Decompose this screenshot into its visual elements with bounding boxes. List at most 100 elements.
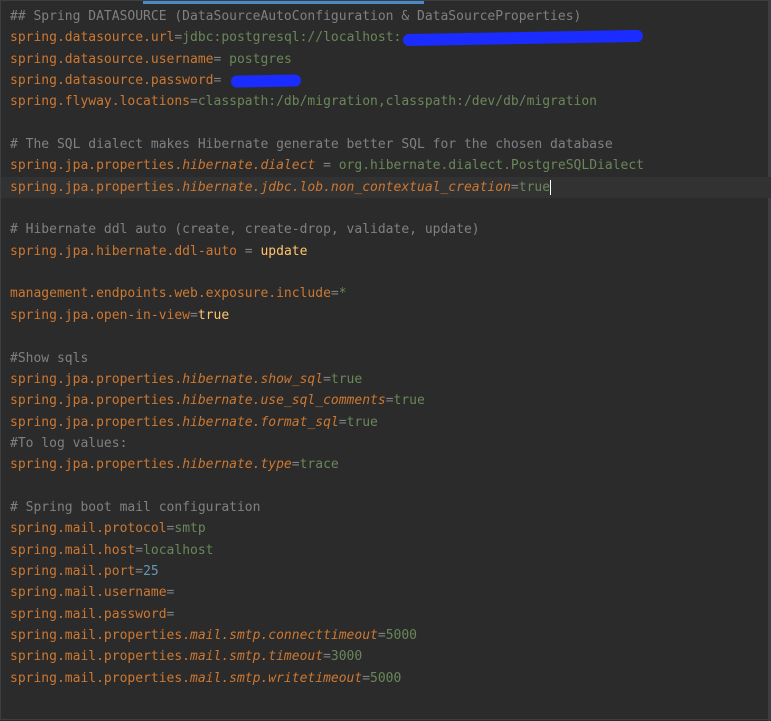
property-key: spring.jpa.hibernate.ddl-auto: [10, 243, 237, 259]
property-key-segment: hibernate.use_sql_comments: [182, 393, 386, 409]
property-key-segment: mail.smtp.connecttimeout: [190, 627, 378, 643]
assignment-operator: =: [315, 158, 339, 174]
code-line[interactable]: spring.jpa.properties.hibernate.use_sql_…: [1, 390, 771, 411]
code-line[interactable]: # The SQL dialect makes Hibernate genera…: [1, 134, 771, 155]
property-key: spring.jpa.properties.: [10, 393, 183, 409]
code-line[interactable]: [1, 326, 771, 347]
assignment-operator: =: [166, 585, 175, 601]
assignment-operator: =: [338, 414, 347, 430]
property-value: jdbc:postgresql://localhost:: [182, 30, 402, 46]
assignment-operator: =: [330, 286, 339, 302]
code-line[interactable]: [1, 262, 771, 283]
property-key: spring.mail.host: [10, 542, 136, 558]
property-key-segment: hibernate.show_sql: [182, 371, 324, 387]
assignment-operator: =: [385, 393, 394, 409]
code-line[interactable]: spring.mail.host=localhost: [1, 540, 771, 561]
property-key: spring.mail.username: [10, 585, 167, 601]
property-key: spring.jpa.properties.: [10, 158, 183, 174]
property-value: 5000: [385, 627, 417, 643]
property-key: spring.datasource.url: [10, 30, 175, 46]
code-editor[interactable]: ## Spring DATASOURCE (DataSourceAutoConf…: [1, 6, 771, 689]
property-value: postgres: [229, 51, 292, 67]
property-key: spring.datasource.password: [10, 73, 214, 89]
property-value: classpath:/db/migration,classpath:/dev/d…: [197, 94, 598, 110]
code-line[interactable]: spring.jpa.hibernate.ddl-auto = update: [1, 241, 771, 262]
assignment-operator: =: [323, 649, 331, 665]
assignment-operator: =: [510, 179, 519, 195]
comment-text: #Show sqls: [10, 350, 89, 366]
code-line[interactable]: spring.jpa.properties.hibernate.dialect …: [1, 155, 771, 176]
property-key-segment: hibernate.type: [182, 457, 292, 473]
property-key: management.endpoints.web.exposure.includ…: [10, 286, 331, 302]
property-value: true: [330, 371, 363, 387]
property-value: true: [346, 414, 378, 430]
comment-text: #To log values:: [10, 435, 128, 451]
property-key: spring.mail.properties.: [10, 649, 191, 665]
property-key: spring.datasource.username: [10, 51, 214, 67]
assignment-operator: =: [213, 51, 230, 67]
code-line[interactable]: spring.datasource.url=jdbc:postgresql://…: [1, 27, 771, 48]
property-key: spring.mail.properties.: [10, 670, 191, 686]
assignment-operator: =: [213, 73, 230, 89]
code-line[interactable]: spring.mail.username=: [1, 582, 771, 603]
property-key: spring.mail.properties.: [10, 627, 191, 643]
assignment-operator: =: [377, 627, 386, 643]
assignment-operator: =: [291, 457, 300, 473]
property-key-segment: mail.smtp.writetimeout: [190, 670, 363, 686]
assignment-operator: =: [166, 606, 175, 622]
code-line[interactable]: spring.mail.properties.mail.smtp.timeout…: [1, 646, 771, 667]
comment-text: # Spring boot mail configuration: [10, 499, 261, 515]
property-value: 3000: [330, 649, 363, 665]
assignment-operator: =: [236, 243, 261, 259]
property-key-segment: hibernate.jdbc.lob.non_contextual_creati…: [182, 179, 511, 195]
code-line[interactable]: # Hibernate ddl auto (create, create-dro…: [1, 219, 771, 240]
property-key: spring.jpa.properties.: [10, 371, 183, 387]
code-line[interactable]: spring.jpa.properties.hibernate.type=tra…: [1, 454, 771, 475]
property-key: spring.mail.protocol: [10, 521, 167, 537]
assignment-operator: =: [323, 371, 331, 387]
property-value: update: [260, 243, 308, 259]
assignment-operator: =: [362, 670, 371, 686]
code-line[interactable]: spring.mail.properties.mail.smtp.writeti…: [1, 668, 771, 689]
property-key-segment: hibernate.dialect: [182, 158, 316, 174]
property-key: spring.flyway.locations: [10, 94, 191, 110]
property-value: *: [338, 286, 347, 302]
code-line[interactable]: spring.mail.port=25: [1, 561, 771, 582]
property-value: true: [518, 179, 551, 195]
property-value: 5000: [370, 670, 402, 686]
property-value: true: [393, 393, 425, 409]
comment-text: # The SQL dialect makes Hibernate genera…: [10, 137, 613, 153]
comment-text: ## Spring DATASOURCE (DataSourceAutoConf…: [10, 9, 582, 24]
code-line[interactable]: spring.flyway.locations=classpath:/db/mi…: [1, 91, 771, 112]
property-key: spring.mail.port: [10, 563, 136, 579]
code-line[interactable]: spring.jpa.properties.hibernate.format_s…: [1, 412, 771, 433]
code-line[interactable]: spring.mail.password=: [1, 604, 771, 625]
text-cursor: [550, 179, 552, 195]
property-key: spring.jpa.open-in-view: [10, 307, 191, 323]
code-line[interactable]: spring.jpa.open-in-view=true: [1, 305, 771, 326]
code-line[interactable]: [1, 476, 771, 497]
code-line[interactable]: [1, 198, 771, 219]
assignment-operator: =: [190, 94, 198, 110]
code-line[interactable]: [1, 113, 771, 134]
comment-text: # Hibernate ddl auto (create, create-dro…: [10, 222, 480, 238]
code-line[interactable]: spring.jpa.properties.hibernate.show_sql…: [1, 369, 771, 390]
code-line[interactable]: spring.jpa.properties.hibernate.jdbc.lob…: [1, 176, 771, 199]
code-line[interactable]: #Show sqls: [1, 348, 771, 369]
code-line[interactable]: management.endpoints.web.exposure.includ…: [1, 283, 771, 304]
property-value: org.hibernate.dialect.PostgreSQLDialect: [338, 158, 644, 174]
active-tab-indicator: [143, 1, 424, 4]
code-line[interactable]: #To log values:: [1, 433, 771, 454]
code-line[interactable]: # Spring boot mail configuration: [1, 497, 771, 518]
property-key: spring.jpa.properties.: [10, 179, 183, 195]
assignment-operator: =: [190, 307, 198, 323]
code-line[interactable]: ## Spring DATASOURCE (DataSourceAutoConf…: [1, 6, 771, 27]
code-line[interactable]: spring.mail.properties.mail.smtp.connect…: [1, 625, 771, 646]
property-value: smtp: [174, 521, 206, 537]
code-line[interactable]: spring.mail.protocol=smtp: [1, 518, 771, 539]
assignment-operator: =: [135, 542, 144, 558]
property-key: spring.jpa.properties.: [10, 457, 183, 473]
code-line[interactable]: spring.datasource.password=: [1, 70, 771, 91]
property-key-segment: mail.smtp.timeout: [190, 649, 324, 665]
code-line[interactable]: spring.datasource.username= postgres: [1, 49, 771, 70]
